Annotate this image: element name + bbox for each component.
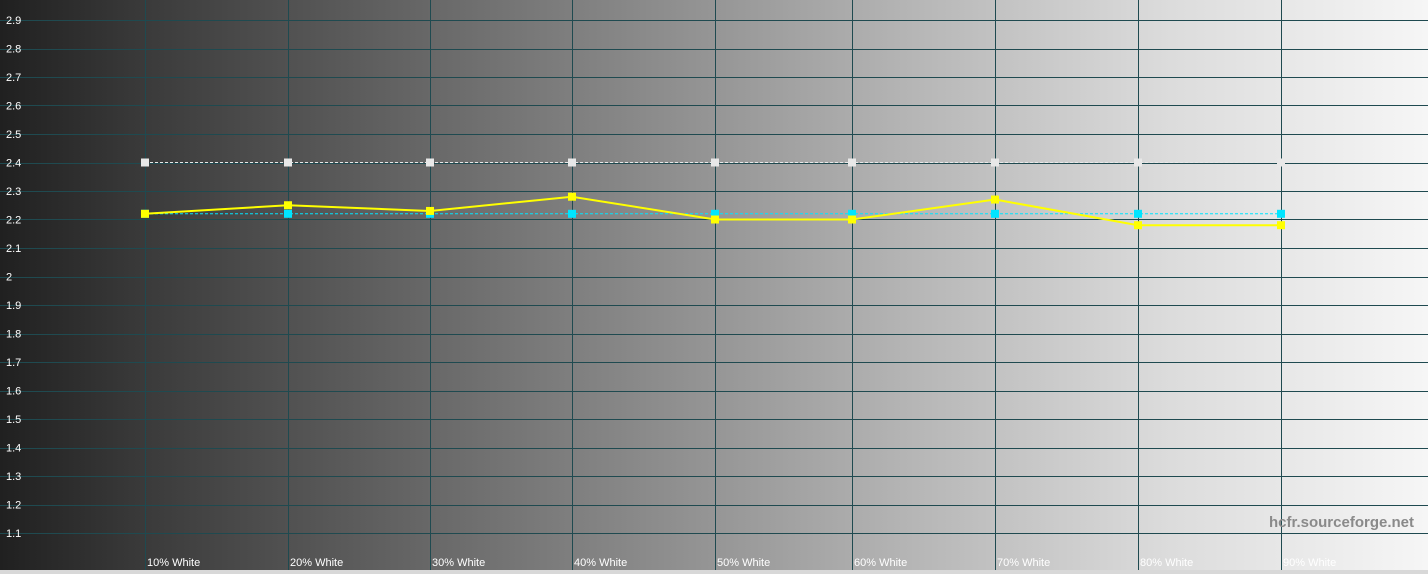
y-tick-label: 1.7: [6, 357, 21, 369]
y-tick-label: 1.2: [6, 500, 21, 512]
y-tick-label: 2.1: [6, 243, 21, 255]
data-point: [991, 158, 999, 167]
x-tick-label: 50% White: [717, 557, 770, 569]
data-point: [1277, 209, 1285, 218]
y-tick-label: 1.1: [6, 528, 21, 540]
y-tick-label: 1.3: [6, 471, 21, 483]
data-point: [141, 209, 149, 218]
x-tick-label: 70% White: [997, 557, 1050, 569]
data-point: [848, 215, 856, 224]
x-tick-label: 30% White: [432, 557, 485, 569]
x-tick-label: 20% White: [290, 557, 343, 569]
data-point: [568, 158, 576, 167]
y-tick-label: 2.3: [6, 186, 21, 198]
data-point: [284, 158, 292, 167]
y-tick-label: 2: [6, 272, 12, 284]
y-tick-label: 1.9: [6, 300, 21, 312]
data-point: [711, 158, 719, 167]
grid: [0, 0, 1428, 574]
data-point: [284, 201, 292, 210]
x-tick-label: 60% White: [854, 557, 907, 569]
watermark: hcfr.sourceforge.net: [1269, 514, 1414, 531]
data-point: [1134, 209, 1142, 218]
data-point: [848, 158, 856, 167]
y-tick-label: 2.8: [6, 44, 21, 56]
y-tick-label: 2.2: [6, 215, 21, 227]
series: [141, 158, 1285, 230]
data-point: [284, 209, 292, 218]
y-tick-label: 2.7: [6, 72, 21, 84]
bottom-strip: [0, 570, 1428, 574]
x-tick-label: 10% White: [147, 557, 200, 569]
y-tick-label: 1.8: [6, 329, 21, 341]
y-tick-label: 1.4: [6, 443, 21, 455]
y-tick-label: 2.4: [6, 158, 21, 170]
y-tick-label: 2.9: [6, 15, 21, 27]
data-point: [1134, 221, 1142, 230]
gamma-chart: 1.1 1.2 1.3 1.4 1.5 1.6 1.7 1.8 1.9 2 2.1 2.2 2.3 2.4…: [0, 0, 1428, 574]
data-point: [991, 195, 999, 204]
data-point: [568, 192, 576, 201]
data-point: [1277, 158, 1285, 167]
x-tick-label: 80% White: [1140, 557, 1193, 569]
data-point: [1277, 221, 1285, 230]
x-tick-label: 40% White: [574, 557, 627, 569]
y-tick-label: 2.5: [6, 129, 21, 141]
x-tick-label: 90% White: [1283, 557, 1336, 569]
data-point: [991, 209, 999, 218]
data-point: [568, 209, 576, 218]
data-point: [1134, 158, 1142, 167]
data-point: [426, 206, 434, 215]
y-tick-label: 1.5: [6, 414, 21, 426]
y-tick-label: 2.6: [6, 101, 21, 113]
chart-svg: 1.1 1.2 1.3 1.4 1.5 1.6 1.7 1.8 1.9 2 2.1 2.2 2.3 2.4…: [0, 0, 1428, 574]
data-point: [141, 158, 149, 167]
data-point: [711, 215, 719, 224]
y-tick-label: 1.6: [6, 386, 21, 398]
x-axis-ticks: 10% White 20% White 30% White 40% White 50% …: [147, 557, 1336, 569]
data-point: [426, 158, 434, 167]
